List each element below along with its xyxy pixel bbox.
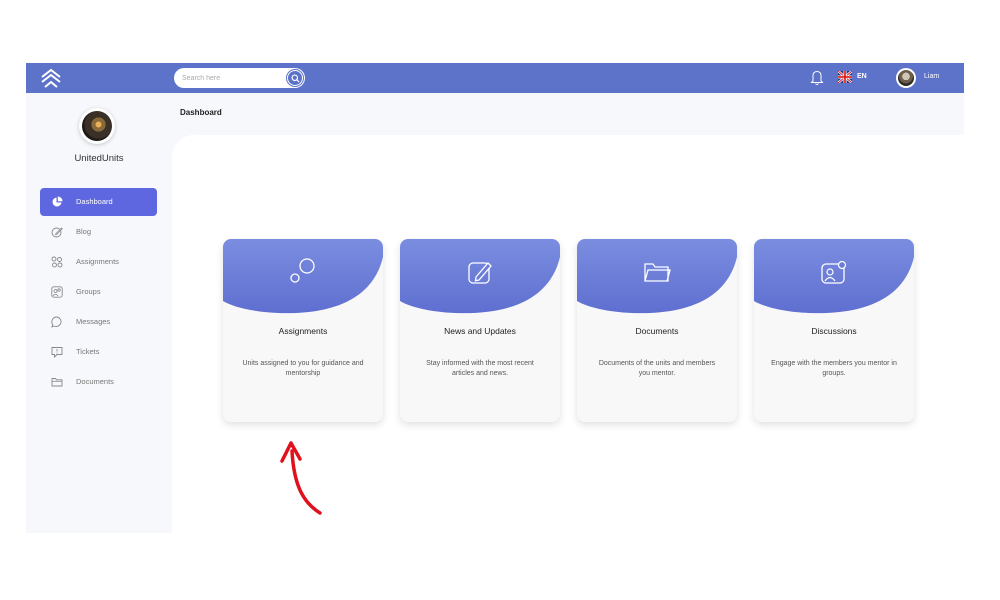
card-description: Stay informed with the most recent artic…: [426, 360, 534, 377]
sidebar-item-label: Tickets: [76, 347, 100, 356]
search-input[interactable]: [182, 71, 282, 85]
sidebar-item-label: Groups: [76, 287, 101, 296]
card-title: Documents: [635, 326, 679, 336]
annotation-arrow-icon: [280, 441, 322, 515]
folder-icon: [51, 378, 63, 387]
language-selector[interactable]: EN: [857, 73, 867, 80]
notification-bell-icon[interactable]: [809, 69, 825, 86]
search-box: [174, 68, 305, 88]
card-title: Assignments: [278, 326, 328, 336]
sidebar-item-dashboard[interactable]: Dashboard: [40, 188, 157, 216]
sidebar-item-label: Messages: [76, 317, 111, 326]
user-avatar[interactable]: [896, 68, 916, 88]
sidebar-nav: Dashboard Blog Assignments Groups Messag…: [40, 188, 157, 398]
card-description: Engage with the members you mentor in gr…: [771, 360, 897, 377]
assignments-icon: [51, 256, 63, 268]
discussion-icon: [821, 260, 847, 284]
sidebar-item-label: Documents: [76, 377, 114, 386]
search-icon: [290, 73, 300, 83]
card-title: News and Updates: [444, 326, 516, 336]
uk-flag-icon[interactable]: [838, 71, 852, 83]
sidebar: UnitedUnits Dashboard Blog Assignments G…: [26, 93, 172, 533]
assignments-card[interactable]: Assignments Units assigned to you for gu…: [223, 239, 383, 422]
org-name: UnitedUnits: [74, 153, 124, 164]
sidebar-item-label: Dashboard: [76, 197, 113, 206]
app-window: EN Liam UnitedUnits Dashboard Blog: [26, 63, 964, 533]
sidebar-item-assignments[interactable]: Assignments: [40, 248, 157, 276]
groups-icon: [51, 286, 63, 298]
news-updates-card[interactable]: News and Updates Stay informed with the …: [400, 239, 560, 422]
sidebar-item-documents[interactable]: Documents: [40, 368, 157, 396]
discussions-card[interactable]: Discussions Engage with the members you …: [754, 239, 914, 422]
edit-icon: [468, 262, 492, 284]
bubbles-icon: [290, 258, 315, 283]
sidebar-item-label: Assignments: [76, 257, 119, 266]
documents-card[interactable]: Documents Documents of the units and mem…: [577, 239, 737, 422]
sidebar-item-messages[interactable]: Messages: [40, 308, 157, 336]
folder-icon: [644, 263, 671, 282]
sidebar-item-groups[interactable]: Groups: [40, 278, 157, 306]
card-title: Discussions: [811, 326, 857, 336]
sidebar-item-label: Blog: [76, 227, 92, 236]
top-bar: EN Liam: [26, 63, 964, 93]
user-name[interactable]: Liam: [924, 73, 939, 80]
app-logo-icon[interactable]: [40, 67, 62, 89]
org-avatar: [79, 108, 115, 144]
message-icon: [51, 316, 62, 328]
pie-chart-icon: [52, 196, 63, 207]
edit-icon: [51, 227, 63, 238]
breadcrumb: Dashboard: [180, 108, 222, 117]
sidebar-item-blog[interactable]: Blog: [40, 218, 157, 246]
sidebar-item-tickets[interactable]: Tickets: [40, 338, 157, 366]
card-description: Documents of the units and members you m…: [598, 360, 716, 377]
search-button[interactable]: [287, 70, 303, 86]
card-description: Units assigned to you for guidance and m…: [242, 360, 364, 377]
ticket-icon: [51, 347, 63, 358]
